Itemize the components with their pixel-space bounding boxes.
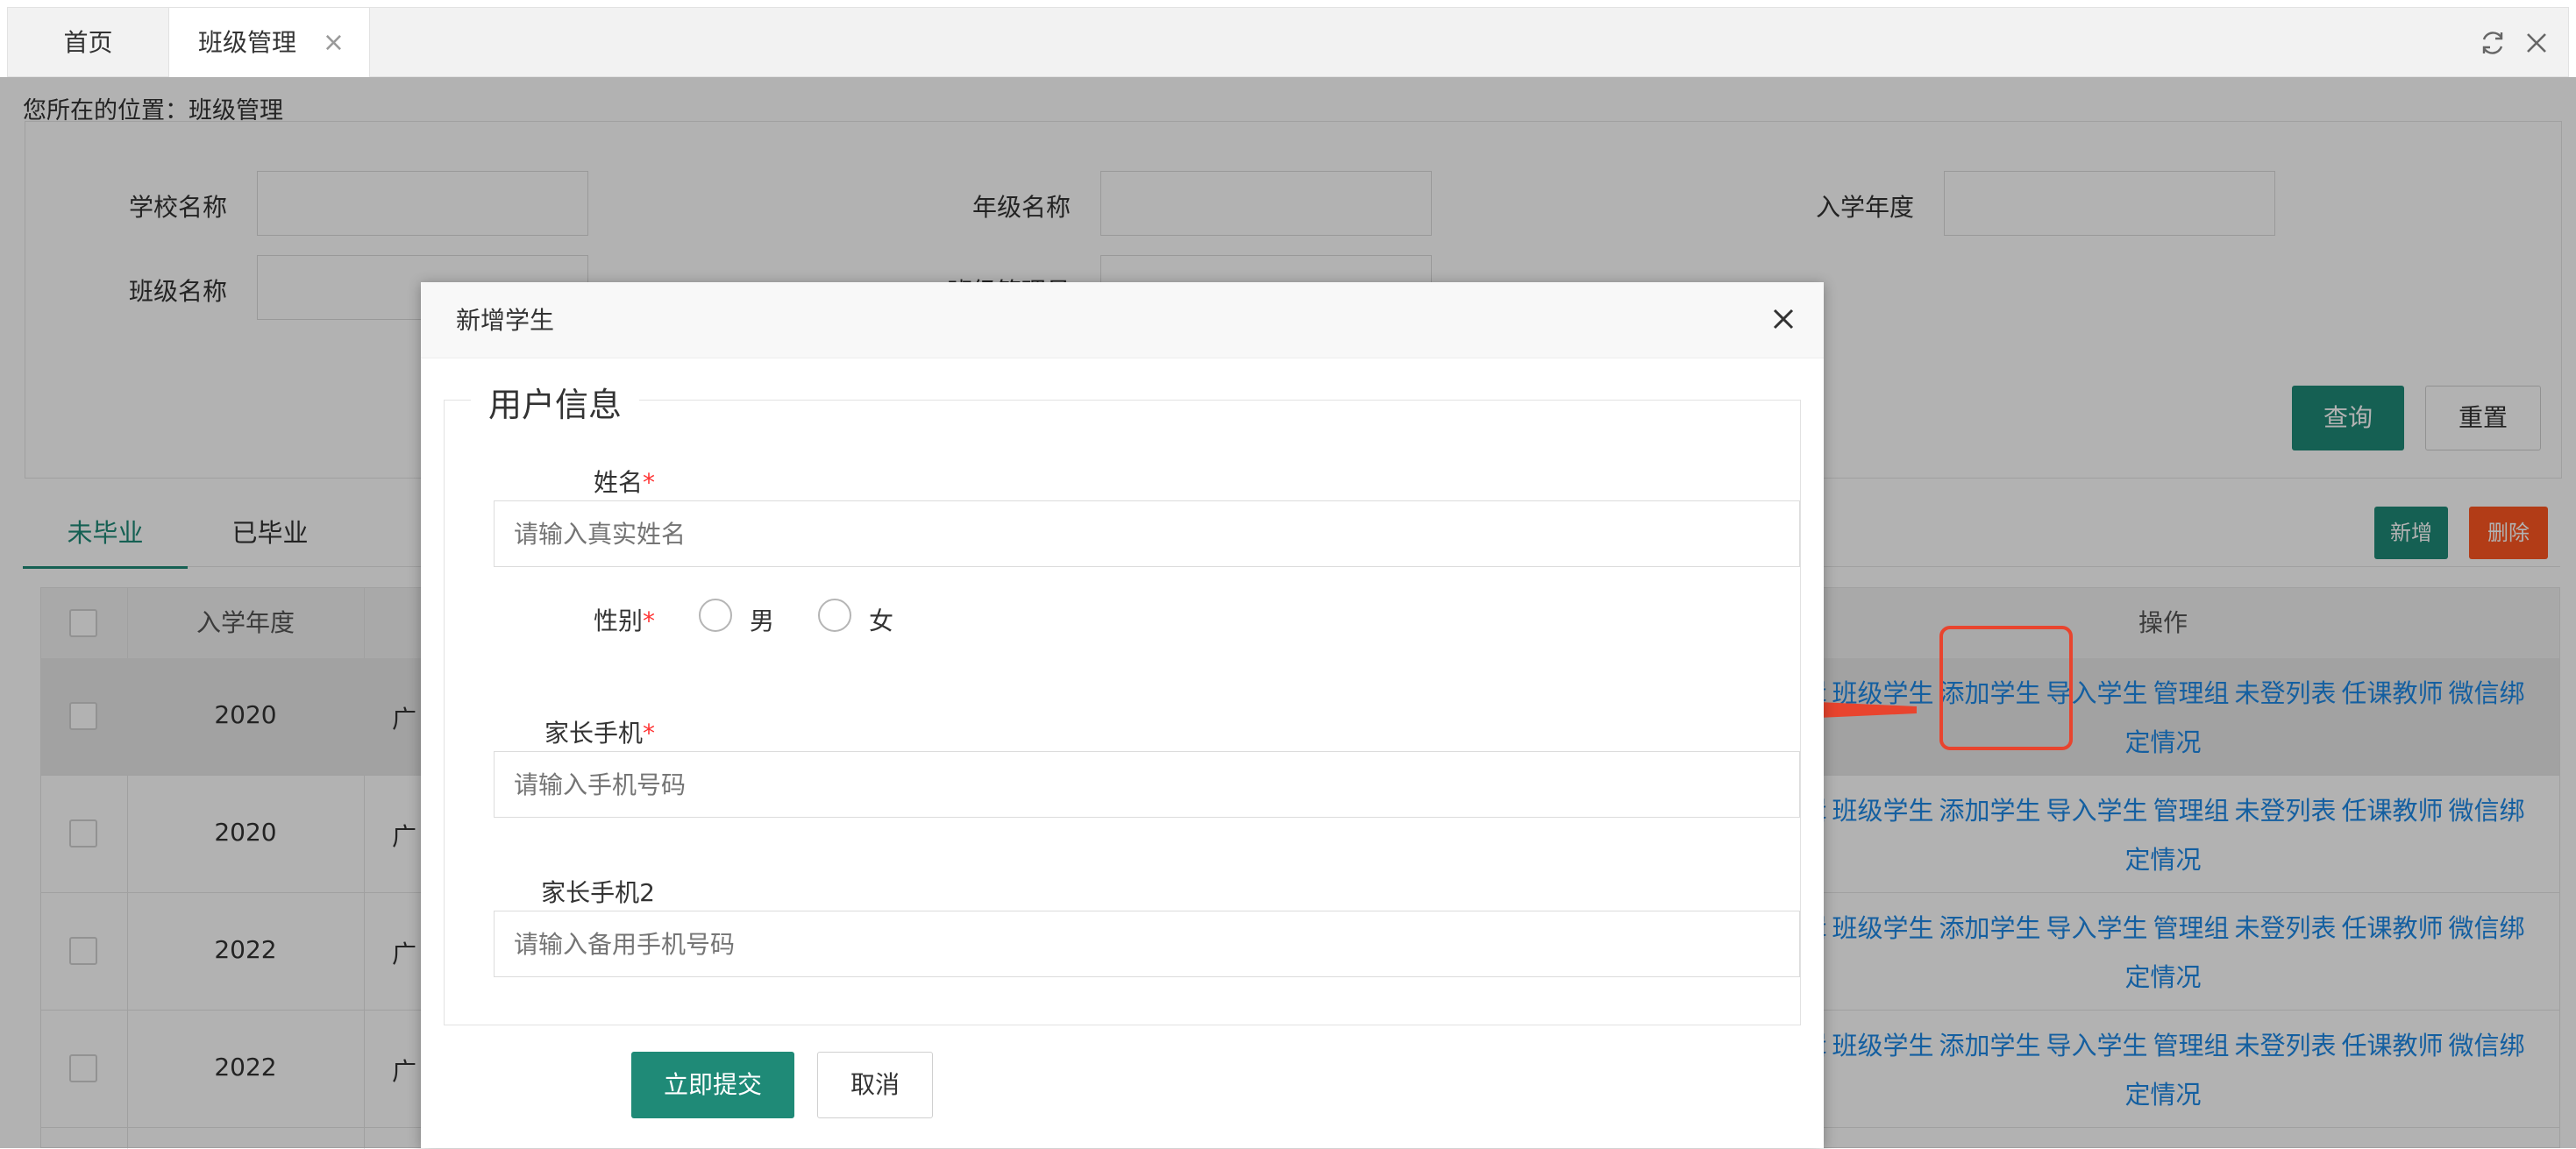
top-tab-bar: 首页 班级管理 × — [7, 7, 2569, 78]
dialog-title: 新增学生 — [456, 306, 555, 335]
gender-female-radio[interactable] — [818, 599, 851, 632]
gender-label-text: 性别 — [593, 606, 643, 635]
tab-close-icon[interactable]: × — [323, 8, 345, 78]
tab-class-management[interactable]: 班级管理 × — [168, 8, 370, 78]
add-student-dialog: 新增学生 用户信息 姓名* 性别* 男 女 家长手机* 家长手机2 立即提交 取… — [421, 282, 1824, 1148]
highlight-box — [1939, 626, 2073, 750]
dialog-header: 新增学生 — [421, 282, 1824, 358]
refresh-icon[interactable] — [2479, 29, 2507, 57]
parent-phone-label: 家长手机* — [445, 714, 655, 749]
required-mark: * — [643, 468, 655, 497]
parent-phone2-label-text: 家长手机2 — [541, 878, 655, 907]
name-label: 姓名* — [445, 464, 655, 499]
gender-label: 性别* — [445, 602, 655, 637]
tab-class-label: 班级管理 — [198, 28, 297, 57]
close-icon[interactable] — [1766, 301, 1801, 337]
parent-phone2-label: 家长手机2 — [445, 874, 655, 909]
tab-home-label: 首页 — [63, 28, 113, 57]
close-all-icon[interactable] — [2523, 29, 2551, 57]
submit-button[interactable]: 立即提交 — [631, 1052, 794, 1118]
required-mark: * — [643, 719, 655, 748]
user-info-fieldset: 用户信息 姓名* 性别* 男 女 家长手机* 家长手机2 — [444, 378, 1801, 1025]
gender-female-label[interactable]: 女 — [869, 602, 893, 637]
required-mark: * — [643, 606, 655, 635]
parent-phone2-input[interactable] — [494, 911, 1800, 977]
parent-phone-label-text: 家长手机 — [544, 719, 643, 748]
parent-phone-input[interactable] — [494, 751, 1800, 818]
cancel-button[interactable]: 取消 — [817, 1052, 933, 1118]
tab-home[interactable]: 首页 — [8, 8, 168, 78]
name-input[interactable] — [494, 500, 1800, 567]
name-label-text: 姓名 — [593, 468, 643, 497]
fieldset-legend: 用户信息 — [471, 378, 640, 426]
gender-male-radio[interactable] — [699, 599, 732, 632]
gender-male-label[interactable]: 男 — [750, 602, 774, 637]
